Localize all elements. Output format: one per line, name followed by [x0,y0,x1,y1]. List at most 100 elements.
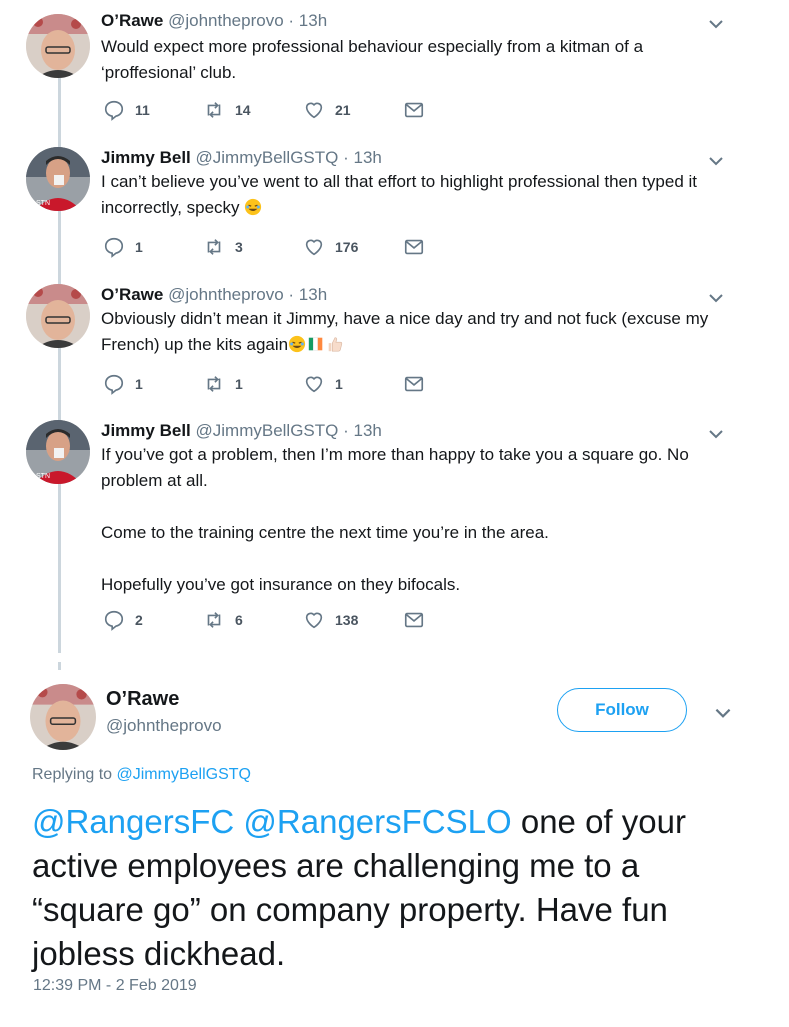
retweet-count: 6 [235,612,243,628]
author-handle[interactable]: @johntheprovo [168,285,284,304]
like-count: 21 [335,102,351,118]
reply-icon [104,100,124,121]
chevron-down-icon[interactable] [712,702,734,724]
follow-button[interactable]: Follow [557,688,687,732]
thread-connector-dot [58,662,61,670]
replying-prefix: Replying to [32,766,117,783]
author-handle[interactable]: @JimmyBellGSTQ [196,421,339,440]
chevron-down-icon[interactable] [706,288,726,308]
tweet-actions: 1 1 1 [103,372,443,396]
tweet-paragraph: I can’t believe you’ve went to all that … [101,169,741,221]
message-button[interactable] [403,608,425,632]
retweet-count: 1 [235,376,243,392]
separator-dot: · [343,421,349,440]
like-count: 138 [335,612,359,628]
author-name[interactable]: O’Rawe [101,11,163,30]
like-button[interactable]: 138 [303,608,358,632]
reply-button[interactable]: 11 [103,98,150,122]
replying-to-link[interactable]: @JimmyBellGSTQ [117,766,251,783]
tweet-text: Would expect more professional behaviour… [101,34,741,86]
main-author-name[interactable]: O’Rawe [106,688,179,711]
tweet-text: I can’t believe you’ve went to all that … [101,169,741,221]
svg-text:STN: STN [36,200,50,207]
svg-text:STN: STN [36,473,50,480]
reply-count: 1 [135,376,143,392]
mention-link[interactable]: @RangersFCSLO [243,803,511,840]
tweet-2[interactable]: STN Jimmy Bell @JimmyBellGSTQ · 13h I ca… [0,145,789,270]
envelope-icon [404,239,424,255]
rolling-laughing-emoji-icon [289,335,306,353]
tweet-text: If you’ve got a problem, then I’m more t… [101,442,741,598]
like-button[interactable]: 1 [303,372,343,396]
heart-icon [305,239,323,256]
heart-icon [305,612,323,629]
message-button[interactable] [403,235,425,259]
retweet-button[interactable]: 3 [203,235,243,259]
reply-button[interactable]: 2 [103,608,143,632]
reply-count: 1 [135,239,143,255]
separator-dot: · [288,285,295,304]
retweet-button[interactable]: 6 [203,608,243,632]
tweet-time[interactable]: 13h [354,148,382,167]
author-handle[interactable]: @johntheprovo [168,11,284,30]
tweet-paragraph: Hopefully you’ve got insurance on they b… [101,575,461,594]
message-button[interactable] [403,372,425,396]
tweet-actions: 11 14 21 [103,98,443,122]
avatar[interactable]: STN [26,147,90,211]
tweet-time[interactable]: 13h [354,421,382,440]
tweet-4[interactable]: STN Jimmy Bell @JimmyBellGSTQ · 13h If y… [0,418,789,643]
author-handle[interactable]: @JimmyBellGSTQ [196,148,339,167]
reply-button[interactable]: 1 [103,235,143,259]
tweet-paragraph: Obviously didn’t mean it Jimmy, have a n… [101,306,741,358]
tweet-3[interactable]: O’Rawe @johntheprovo · 13h Obviously did… [0,282,789,407]
tweet-actions: 1 3 176 [103,235,443,259]
tweet-time[interactable]: 13h [299,11,327,30]
tweet-paragraph: If you’ve got a problem, then I’m more t… [101,445,689,490]
tweet-text: Obviously didn’t mean it Jimmy, have a n… [101,306,741,358]
tweet-paragraph-text: I can’t believe you’ve went to all that … [101,172,697,217]
retweet-count: 14 [235,102,251,118]
tweet-timestamp[interactable]: 12:39 PM - 2 Feb 2019 [33,977,197,995]
chevron-down-icon[interactable] [706,424,726,444]
heart-icon [305,102,323,119]
retweet-icon [207,102,221,118]
mention-link[interactable]: @RangersFC [32,803,234,840]
tweet-1[interactable]: O’Rawe @johntheprovo · 13h Would expect … [0,8,789,128]
avatar[interactable] [26,284,90,348]
like-button[interactable]: 176 [303,235,358,259]
reply-icon [104,237,124,258]
heart-icon [305,376,323,393]
like-button[interactable]: 21 [303,98,351,122]
retweet-icon [207,239,221,255]
tweet-paragraph-text: Obviously didn’t mean it Jimmy, have a n… [101,309,709,354]
retweet-button[interactable]: 14 [203,98,251,122]
author-name[interactable]: O’Rawe [101,285,163,304]
retweet-icon [207,612,221,628]
reply-count: 11 [135,102,150,118]
reply-button[interactable]: 1 [103,372,143,396]
reply-icon [104,610,124,631]
main-author-handle[interactable]: @johntheprovo [106,716,222,736]
author-name[interactable]: Jimmy Bell [101,148,191,167]
like-count: 176 [335,239,359,255]
avatar[interactable] [26,14,90,78]
tweet-time[interactable]: 13h [299,285,327,304]
chevron-down-icon[interactable] [706,14,726,34]
retweet-count: 3 [235,239,243,255]
envelope-icon [404,612,424,628]
replying-to: Replying to @JimmyBellGSTQ [32,766,251,784]
tweet-header: Jimmy Bell @JimmyBellGSTQ · 13h [101,147,382,169]
chevron-down-icon[interactable] [706,151,726,171]
separator-dot: · [343,148,349,167]
envelope-icon [404,376,424,392]
main-avatar[interactable] [30,684,96,750]
avatar[interactable]: STN [26,420,90,484]
main-tweet-text: @RangersFC @RangersFCSLO one of your act… [32,800,752,976]
author-name[interactable]: Jimmy Bell [101,421,191,440]
retweet-button[interactable]: 1 [203,372,243,396]
retweet-icon [207,376,221,392]
message-button[interactable] [403,98,425,122]
thumbs-up-icon [328,337,343,352]
reply-count: 2 [135,612,143,628]
tweet-actions: 2 6 138 [103,608,443,632]
